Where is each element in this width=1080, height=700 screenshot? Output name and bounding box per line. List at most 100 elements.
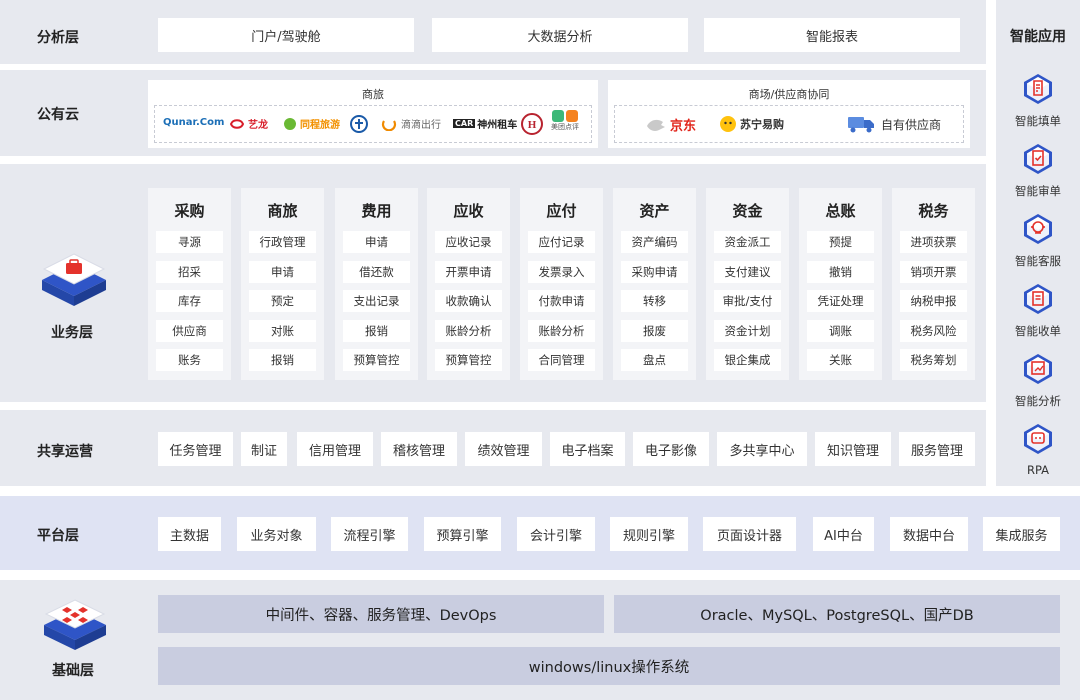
- module-item[interactable]: 寻源: [156, 231, 223, 253]
- module-item[interactable]: 转移: [621, 290, 688, 312]
- shared-ops-item[interactable]: 信用管理: [297, 432, 373, 466]
- shared-ops-item[interactable]: 电子档案: [550, 432, 625, 466]
- module-item[interactable]: 应收记录: [435, 231, 502, 253]
- tongcheng-logo[interactable]: 同程旅游: [283, 116, 340, 131]
- platform-item[interactable]: AI中台: [813, 517, 874, 551]
- shared-ops-item[interactable]: 知识管理: [815, 432, 891, 466]
- mall-cloud-panel: 商场/供应商协同 京东 苏宁易购 自有供应商: [608, 80, 970, 148]
- smart-app-item[interactable]: RPA: [996, 422, 1080, 477]
- infra-database[interactable]: Oracle、MySQL、PostgreSQL、国产DB: [614, 595, 1060, 633]
- smart-app-item[interactable]: 智能收单: [996, 282, 1080, 339]
- platform-item[interactable]: 规则引擎: [610, 517, 688, 551]
- meituan-logo[interactable]: 美团点评: [551, 110, 579, 132]
- module-item[interactable]: 纳税申报: [900, 290, 967, 312]
- huazhu-icon: H: [521, 113, 543, 135]
- shared-ops-item[interactable]: 电子影像: [633, 432, 709, 466]
- module-item[interactable]: 报销: [343, 320, 410, 342]
- module-item[interactable]: 预提: [807, 231, 874, 253]
- module-item[interactable]: 报废: [621, 320, 688, 342]
- module-item[interactable]: 收款确认: [435, 290, 502, 312]
- module-item[interactable]: 行政管理: [249, 231, 316, 253]
- platform-item[interactable]: 集成服务: [983, 517, 1060, 551]
- smart-app-label: 智能填单: [1015, 114, 1061, 128]
- smart-app-label: 智能分析: [1015, 394, 1061, 408]
- module-title: 总账: [825, 202, 856, 220]
- module-item[interactable]: 撤销: [807, 261, 874, 283]
- module-item[interactable]: 账务: [156, 349, 223, 371]
- analysis-item-report[interactable]: 智能报表: [704, 18, 960, 52]
- module-item[interactable]: 税务风险: [900, 320, 967, 342]
- platform-item[interactable]: 主数据: [158, 517, 221, 551]
- module-item[interactable]: 发票录入: [528, 261, 595, 283]
- module-item[interactable]: 支付建议: [714, 261, 781, 283]
- shared-ops-item[interactable]: 稽核管理: [381, 432, 457, 466]
- module-title: 应收: [453, 202, 484, 220]
- infra-middleware[interactable]: 中间件、容器、服务管理、DevOps: [158, 595, 604, 633]
- shared-ops-item[interactable]: 多共享中心: [717, 432, 807, 466]
- ucar-logo[interactable]: CAR 神州租车: [453, 116, 517, 131]
- smart-app-item[interactable]: 智能审单: [996, 142, 1080, 199]
- module-item[interactable]: 预算管控: [435, 349, 502, 371]
- shared-ops-item[interactable]: 任务管理: [158, 432, 233, 466]
- platform-item[interactable]: 流程引擎: [331, 517, 408, 551]
- module-item[interactable]: 关账: [807, 349, 874, 371]
- shared-ops-item[interactable]: 绩效管理: [465, 432, 542, 466]
- module-item[interactable]: 资金计划: [714, 320, 781, 342]
- module-item[interactable]: 合同管理: [528, 349, 595, 371]
- module-item[interactable]: 银企集成: [714, 349, 781, 371]
- smart-app-item[interactable]: 智能分析: [996, 352, 1080, 409]
- didi-logo[interactable]: 滴滴出行: [381, 116, 441, 131]
- module-item[interactable]: 销项开票: [900, 261, 967, 283]
- module-item[interactable]: 申请: [343, 231, 410, 253]
- module-item[interactable]: 税务筹划: [900, 349, 967, 371]
- module-item[interactable]: 应付记录: [528, 231, 595, 253]
- module-item[interactable]: 开票申请: [435, 261, 502, 283]
- analysis-item-bigdata[interactable]: 大数据分析: [432, 18, 688, 52]
- elong-logo[interactable]: 艺龙: [229, 116, 268, 131]
- module-item[interactable]: 供应商: [156, 320, 223, 342]
- module-item[interactable]: 申请: [249, 261, 316, 283]
- module-item[interactable]: 凭证处理: [807, 290, 874, 312]
- module-item[interactable]: 采购申请: [621, 261, 688, 283]
- jd-logo[interactable]: 京东: [645, 115, 696, 134]
- smart-app-item[interactable]: 智能填单: [996, 72, 1080, 129]
- platform-item[interactable]: 页面设计器: [703, 517, 796, 551]
- suning-icon: [720, 116, 736, 132]
- platform-item[interactable]: 会计引擎: [517, 517, 595, 551]
- module-item[interactable]: 招采: [156, 261, 223, 283]
- platform-item[interactable]: 预算引擎: [424, 517, 501, 551]
- platform-item[interactable]: 数据中台: [890, 517, 968, 551]
- analysis-item-portal[interactable]: 门户/驾驶舱: [158, 18, 414, 52]
- suning-logo[interactable]: 苏宁易购: [719, 115, 784, 133]
- shared-ops-layer-label: 共享运营: [37, 444, 93, 460]
- module-item[interactable]: 进项获票: [900, 231, 967, 253]
- module-item[interactable]: 支出记录: [343, 290, 410, 312]
- module-item[interactable]: 账龄分析: [435, 320, 502, 342]
- module-item[interactable]: 报销: [249, 349, 316, 371]
- module-item[interactable]: 付款申请: [528, 290, 595, 312]
- module-item[interactable]: 资金派工: [714, 231, 781, 253]
- huazhu-logo[interactable]: H: [521, 112, 543, 136]
- shared-ops-item[interactable]: 制证: [241, 432, 287, 466]
- infra-os[interactable]: windows/linux操作系统: [158, 647, 1060, 685]
- platform-item[interactable]: 业务对象: [237, 517, 316, 551]
- module-item[interactable]: 资产编码: [621, 231, 688, 253]
- truck-icon: [848, 117, 874, 133]
- own-supplier-logo[interactable]: 自有供应商: [847, 114, 941, 134]
- qunar-logo[interactable]: Qunar.Com: [163, 117, 224, 128]
- smart-receipt-icon: [1024, 284, 1052, 314]
- module-item[interactable]: 盘点: [621, 349, 688, 371]
- module-item[interactable]: 预定: [249, 290, 316, 312]
- module-item[interactable]: 审批/支付: [714, 290, 781, 312]
- smart-app-item[interactable]: 智能客服: [996, 212, 1080, 269]
- module-item[interactable]: 借还款: [343, 261, 410, 283]
- module-item[interactable]: 对账: [249, 320, 316, 342]
- smart-app-label: 智能客服: [1015, 254, 1061, 268]
- railway-logo[interactable]: [349, 114, 369, 134]
- module-title: 税务: [918, 202, 949, 220]
- shared-ops-item[interactable]: 服务管理: [899, 432, 975, 466]
- module-item[interactable]: 账龄分析: [528, 320, 595, 342]
- module-item[interactable]: 预算管控: [343, 349, 410, 371]
- module-item[interactable]: 调账: [807, 320, 874, 342]
- module-item[interactable]: 库存: [156, 290, 223, 312]
